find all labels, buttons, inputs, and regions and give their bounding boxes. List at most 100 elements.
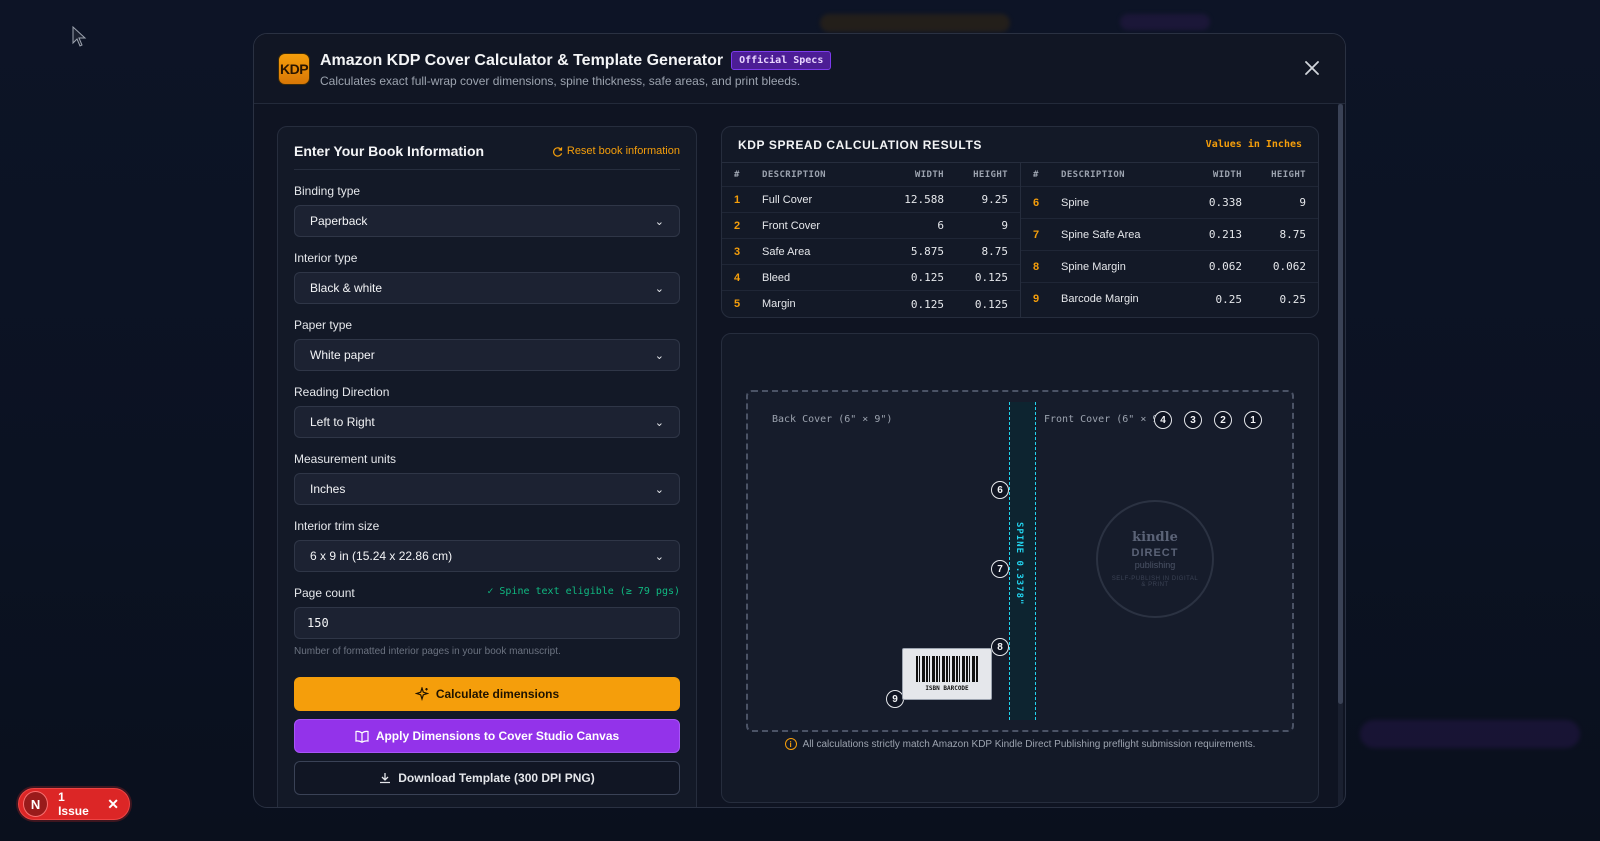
col-height-header: HEIGHT: [1271, 169, 1306, 180]
reading-direction-select[interactable]: Left to Right ⌄: [294, 406, 680, 438]
chevron-down-icon: ⌄: [654, 215, 664, 228]
row-height: 9: [1299, 196, 1306, 209]
row-desc: Bleed: [762, 271, 791, 284]
results-panel: KDP SPREAD CALCULATION RESULTS Values in…: [721, 126, 1319, 803]
apply-dimensions-label: Apply Dimensions to Cover Studio Canvas: [375, 729, 620, 743]
issue-avatar: N: [23, 791, 49, 817]
background-highlight: [820, 14, 1010, 32]
compliance-note: i All calculations strictly match Amazon…: [722, 738, 1318, 750]
issues-badge[interactable]: N 1 Issue ✕: [18, 788, 130, 820]
row-num: 5: [734, 298, 741, 310]
download-template-button[interactable]: Download Template (300 DPI PNG): [294, 761, 680, 795]
results-table-left: # DESCRIPTION WIDTH HEIGHT 1 Full Cover 12…: [722, 163, 1020, 317]
marker-7: 7: [991, 560, 1009, 578]
row-num: 6: [1033, 196, 1040, 209]
row-num: 3: [734, 245, 741, 258]
form-header: Enter Your Book Information Reset book i…: [294, 143, 680, 170]
results-units: Values in Inches: [1205, 139, 1302, 150]
modal-title-row: Amazon KDP Cover Calculator & Template G…: [320, 51, 832, 70]
download-icon: [380, 773, 391, 784]
marker-4: 4: [1154, 411, 1172, 429]
results-header: KDP SPREAD CALCULATION RESULTS Values in…: [722, 127, 1318, 163]
marker-8: 8: [991, 638, 1009, 656]
row-num: 8: [1033, 260, 1040, 273]
col-num-header: #: [1033, 169, 1039, 180]
kdp-logo: KDP: [278, 53, 310, 85]
row-num: 9: [1033, 293, 1040, 305]
interior-type-select[interactable]: Black & white ⌄: [294, 272, 680, 304]
row-desc: Safe Area: [762, 245, 811, 258]
page-count-input[interactable]: 150: [294, 607, 680, 639]
marker-3: 3: [1184, 411, 1202, 429]
row-width: 0.125: [910, 271, 944, 284]
row-desc: Full Cover: [762, 193, 813, 206]
table-header: # DESCRIPTION WIDTH HEIGHT: [1021, 163, 1318, 187]
table-row: 8 Spine Margin 0.062 0.062: [1021, 251, 1318, 283]
apply-to-cover-studio-button[interactable]: Apply Dimensions to Cover Studio Canvas: [294, 719, 680, 753]
spine-eligible-status: ✓ Spine text eligible (≥ 79 pgs): [487, 586, 680, 597]
page-count-field: Page count ✓ Spine text eligible (≥ 79 pg…: [294, 586, 680, 657]
download-template-label: Download Template (300 DPI PNG): [398, 771, 595, 785]
table-row: 7 Spine Safe Area 0.213 8.75: [1021, 219, 1318, 251]
barcode-label: ISBN BARCODE: [925, 685, 969, 692]
table-row: 6 Spine 0.338 9: [1021, 187, 1318, 219]
close-button[interactable]: [1301, 57, 1323, 79]
spine-label: SPINE 0.3378": [1014, 522, 1024, 606]
results-card: KDP SPREAD CALCULATION RESULTS Values in…: [721, 126, 1319, 318]
table-row: 1 Full Cover 12.588 9.25: [722, 187, 1020, 213]
page-count-label: Page count: [294, 586, 355, 600]
row-width: 6: [937, 219, 944, 232]
trim-size-select[interactable]: 6 x 9 in (15.24 x 22.86 cm) ⌄: [294, 540, 680, 572]
row-num: 2: [734, 219, 741, 232]
chevron-down-icon: ⌄: [654, 550, 664, 563]
barcode-icon: [916, 656, 978, 682]
official-specs-badge: Official Specs: [731, 51, 832, 70]
modal-subtitle: Calculates exact full-wrap cover dimensi…: [320, 74, 801, 88]
row-desc: Margin: [762, 298, 796, 310]
modal-title: Amazon KDP Cover Calculator & Template G…: [320, 51, 724, 69]
trim-size-field: Interior trim size 6 x 9 in (15.24 x 22.…: [294, 519, 680, 572]
reading-direction-field: Reading Direction Left to Right ⌄: [294, 385, 680, 438]
results-tables: # DESCRIPTION WIDTH HEIGHT 1 Full Cover 12…: [722, 163, 1318, 317]
book-info-form: Enter Your Book Information Reset book i…: [277, 126, 697, 807]
col-height-header: HEIGHT: [973, 169, 1008, 180]
col-width-header: WIDTH: [1212, 169, 1242, 180]
compliance-note-text: All calculations strictly match Amazon K…: [802, 738, 1256, 750]
measurement-units-value: Inches: [310, 482, 346, 496]
results-table-right: # DESCRIPTION WIDTH HEIGHT 6 Spine 0.338 9 …: [1020, 163, 1318, 317]
trim-size-value: 6 x 9 in (15.24 x 22.86 cm): [310, 549, 453, 563]
cover-spread-canvas[interactable]: Back Cover (6" × 9") SPINE 0.3378" Front…: [746, 390, 1294, 732]
measurement-units-select[interactable]: Inches ⌄: [294, 473, 680, 505]
background-highlight: [1120, 14, 1210, 30]
reset-label: Reset book information: [566, 145, 680, 157]
reset-book-info-button[interactable]: Reset book information: [552, 145, 680, 157]
row-width: 0.25: [1215, 292, 1243, 306]
row-desc: Spine Margin: [1061, 260, 1126, 273]
refresh-icon: [552, 146, 563, 157]
calculate-dimensions-button[interactable]: Calculate dimensions: [294, 677, 680, 711]
table-header: # DESCRIPTION WIDTH HEIGHT: [722, 163, 1020, 187]
chevron-down-icon: ⌄: [654, 349, 664, 362]
front-cover-label: Front Cover (6" × 9"): [1044, 414, 1171, 425]
page-count-hint: Number of formatted interior pages in yo…: [294, 646, 561, 657]
logo-direct-text: DIRECT: [1131, 547, 1179, 559]
modal-header: KDP Amazon KDP Cover Calculator & Templa…: [254, 34, 1345, 104]
calculate-dimensions-label: Calculate dimensions: [435, 687, 560, 701]
chevron-down-icon: ⌄: [654, 416, 664, 429]
col-desc-header: DESCRIPTION: [1061, 169, 1126, 180]
row-num: 7: [1033, 228, 1040, 241]
isbn-barcode-placeholder: ISBN BARCODE: [902, 648, 992, 700]
modal-scrollbar-thumb[interactable]: [1338, 104, 1343, 704]
row-width: 12.588: [904, 193, 944, 206]
paper-type-select[interactable]: White paper ⌄: [294, 339, 680, 371]
binding-type-select[interactable]: Paperback ⌄: [294, 205, 680, 237]
table-row: 2 Front Cover 6 9: [722, 213, 1020, 239]
row-width: 0.062: [1208, 260, 1242, 273]
binding-type-label: Binding type: [294, 184, 361, 198]
cover-preview-card: Back Cover (6" × 9") SPINE 0.3378" Front…: [721, 333, 1319, 803]
form-title: Enter Your Book Information: [294, 143, 485, 159]
row-desc: Spine Safe Area: [1061, 228, 1141, 241]
row-width: 0.213: [1208, 228, 1242, 241]
close-icon: [1305, 61, 1319, 75]
close-icon[interactable]: ✕: [107, 796, 119, 813]
